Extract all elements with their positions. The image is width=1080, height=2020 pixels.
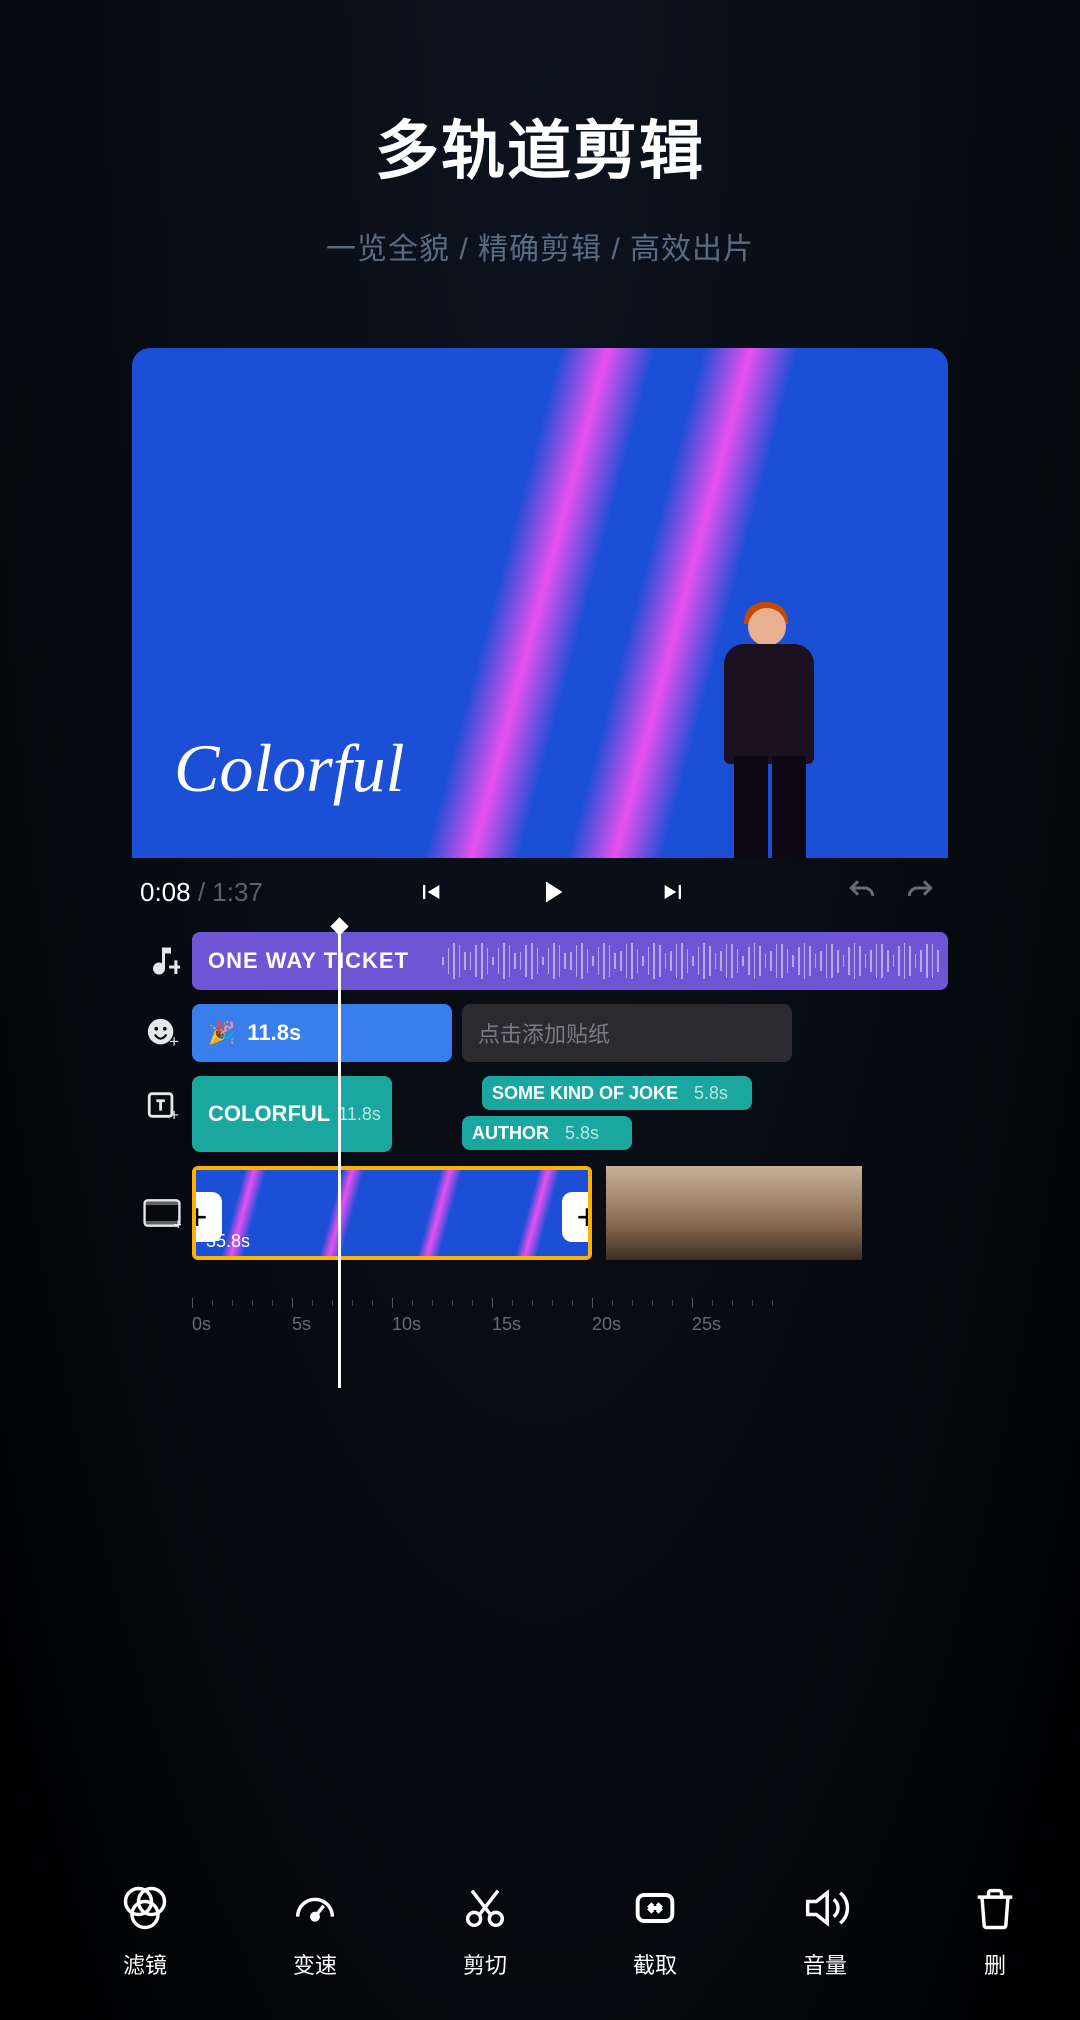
svg-text:+: + <box>169 1106 179 1122</box>
time-display: 0:08 / 1:37 <box>140 877 263 908</box>
ruler-tick: 0s <box>192 1294 292 1338</box>
redo-button[interactable] <box>900 876 940 908</box>
duration: 1:37 <box>212 877 263 907</box>
cut-label: 剪切 <box>463 1948 507 1980</box>
video-thumb <box>392 1170 490 1256</box>
header: 多轨道剪辑 一览全貌 / 精确剪辑 / 高效出片 <box>132 100 948 268</box>
crop-icon <box>629 1882 681 1934</box>
delete-button[interactable]: 删 <box>969 1882 1021 1980</box>
volume-icon <box>799 1882 851 1934</box>
text-clip-1-dur: 11.8s <box>338 1104 381 1125</box>
add-sticker-icon[interactable]: + <box>132 1004 192 1062</box>
cut-button[interactable]: 剪切 <box>459 1882 511 1980</box>
add-video-icon[interactable]: + <box>132 1166 192 1260</box>
preview-figure <box>698 598 838 858</box>
text-clip-3[interactable]: AUTHOR 5.8s <box>462 1116 632 1150</box>
svg-text:+: + <box>169 1032 179 1050</box>
svg-text:+: + <box>173 1214 181 1228</box>
speed-button[interactable]: 变速 <box>289 1882 341 1980</box>
text-clip-1[interactable]: COLORFUL 11.8s <box>192 1076 392 1152</box>
page-subtitle: 一览全貌 / 精确剪辑 / 高效出片 <box>132 224 948 268</box>
filter-icon <box>119 1882 171 1934</box>
waveform <box>442 942 938 980</box>
crop-button[interactable]: 截取 <box>629 1882 681 1980</box>
video-track-row: + + 35.8s + <box>132 1166 948 1286</box>
timeline-tracks: + ONE WAY TICKET + 🎉 11.8s 点击添加贴纸 + <box>132 932 948 1338</box>
music-track-row: + ONE WAY TICKET <box>132 932 948 990</box>
add-text-icon[interactable]: + <box>132 1076 192 1134</box>
sticker-track-row: + 🎉 11.8s 点击添加贴纸 <box>132 1004 948 1062</box>
preview-overlay-text: Colorful <box>174 729 405 808</box>
video-thumb <box>606 1166 734 1260</box>
text-clip-2-label: SOME KIND OF JOKE <box>492 1083 678 1104</box>
text-track-row: + COLORFUL 11.8s SOME KIND OF JOKE 5.8s … <box>132 1076 948 1152</box>
time-ruler[interactable]: 0s5s10s15s20s25s <box>192 1294 948 1338</box>
ruler-tick: 10s <box>392 1294 492 1338</box>
time-sep: / <box>191 877 213 907</box>
ruler-tick: 20s <box>592 1294 692 1338</box>
text-clip-2[interactable]: SOME KIND OF JOKE 5.8s <box>482 1076 752 1110</box>
text-clip-2-dur: 5.8s <box>694 1083 728 1104</box>
text-clip-1-label: COLORFUL <box>208 1101 330 1127</box>
sticker-duration: 11.8s <box>247 1020 301 1046</box>
video-preview[interactable]: Colorful <box>132 348 948 858</box>
music-clip[interactable]: ONE WAY TICKET <box>192 932 948 990</box>
sticker-placeholder-label: 点击添加贴纸 <box>478 1017 610 1049</box>
crop-label: 截取 <box>633 1948 677 1980</box>
sticker-emoji: 🎉 <box>208 1020 235 1046</box>
playhead[interactable] <box>338 926 341 1388</box>
volume-label: 音量 <box>803 1948 847 1980</box>
svg-text:+: + <box>168 952 180 979</box>
undo-button[interactable] <box>842 876 882 908</box>
filter-label: 滤镜 <box>123 1948 167 1980</box>
ruler-tick: 15s <box>492 1294 592 1338</box>
music-clip-label: ONE WAY TICKET <box>208 948 409 974</box>
add-music-icon[interactable]: + <box>132 932 192 990</box>
text-clip-3-label: AUTHOR <box>472 1123 549 1144</box>
play-button[interactable] <box>534 874 570 910</box>
bottom-toolbar: 滤镜 变速 剪切 截取 音量 删 <box>0 1882 1080 1980</box>
add-clip-before-button[interactable]: + <box>192 1192 222 1242</box>
add-clip-after-button[interactable]: + <box>562 1192 592 1242</box>
video-thumb <box>734 1166 862 1260</box>
ruler-tick: 5s <box>292 1294 392 1338</box>
selected-video-clip[interactable]: + 35.8s + <box>192 1166 592 1260</box>
sticker-clip[interactable]: 🎉 11.8s <box>192 1004 452 1062</box>
delete-label: 删 <box>984 1948 1006 1980</box>
ruler-tick: 25s <box>692 1294 792 1338</box>
trash-icon <box>969 1882 1021 1934</box>
volume-button[interactable]: 音量 <box>799 1882 851 1980</box>
text-clip-3-dur: 5.8s <box>565 1123 599 1144</box>
next-video-clip[interactable] <box>606 1166 862 1260</box>
prev-button[interactable] <box>416 878 444 906</box>
scissors-icon <box>459 1882 511 1934</box>
current-time: 0:08 <box>140 877 191 907</box>
speed-icon <box>289 1882 341 1934</box>
sticker-placeholder[interactable]: 点击添加贴纸 <box>462 1004 792 1062</box>
video-thumb <box>294 1170 392 1256</box>
next-button[interactable] <box>660 878 688 906</box>
speed-label: 变速 <box>293 1948 337 1980</box>
playbar: 0:08 / 1:37 <box>132 860 948 924</box>
filter-button[interactable]: 滤镜 <box>119 1882 171 1980</box>
page-title: 多轨道剪辑 <box>132 100 948 192</box>
